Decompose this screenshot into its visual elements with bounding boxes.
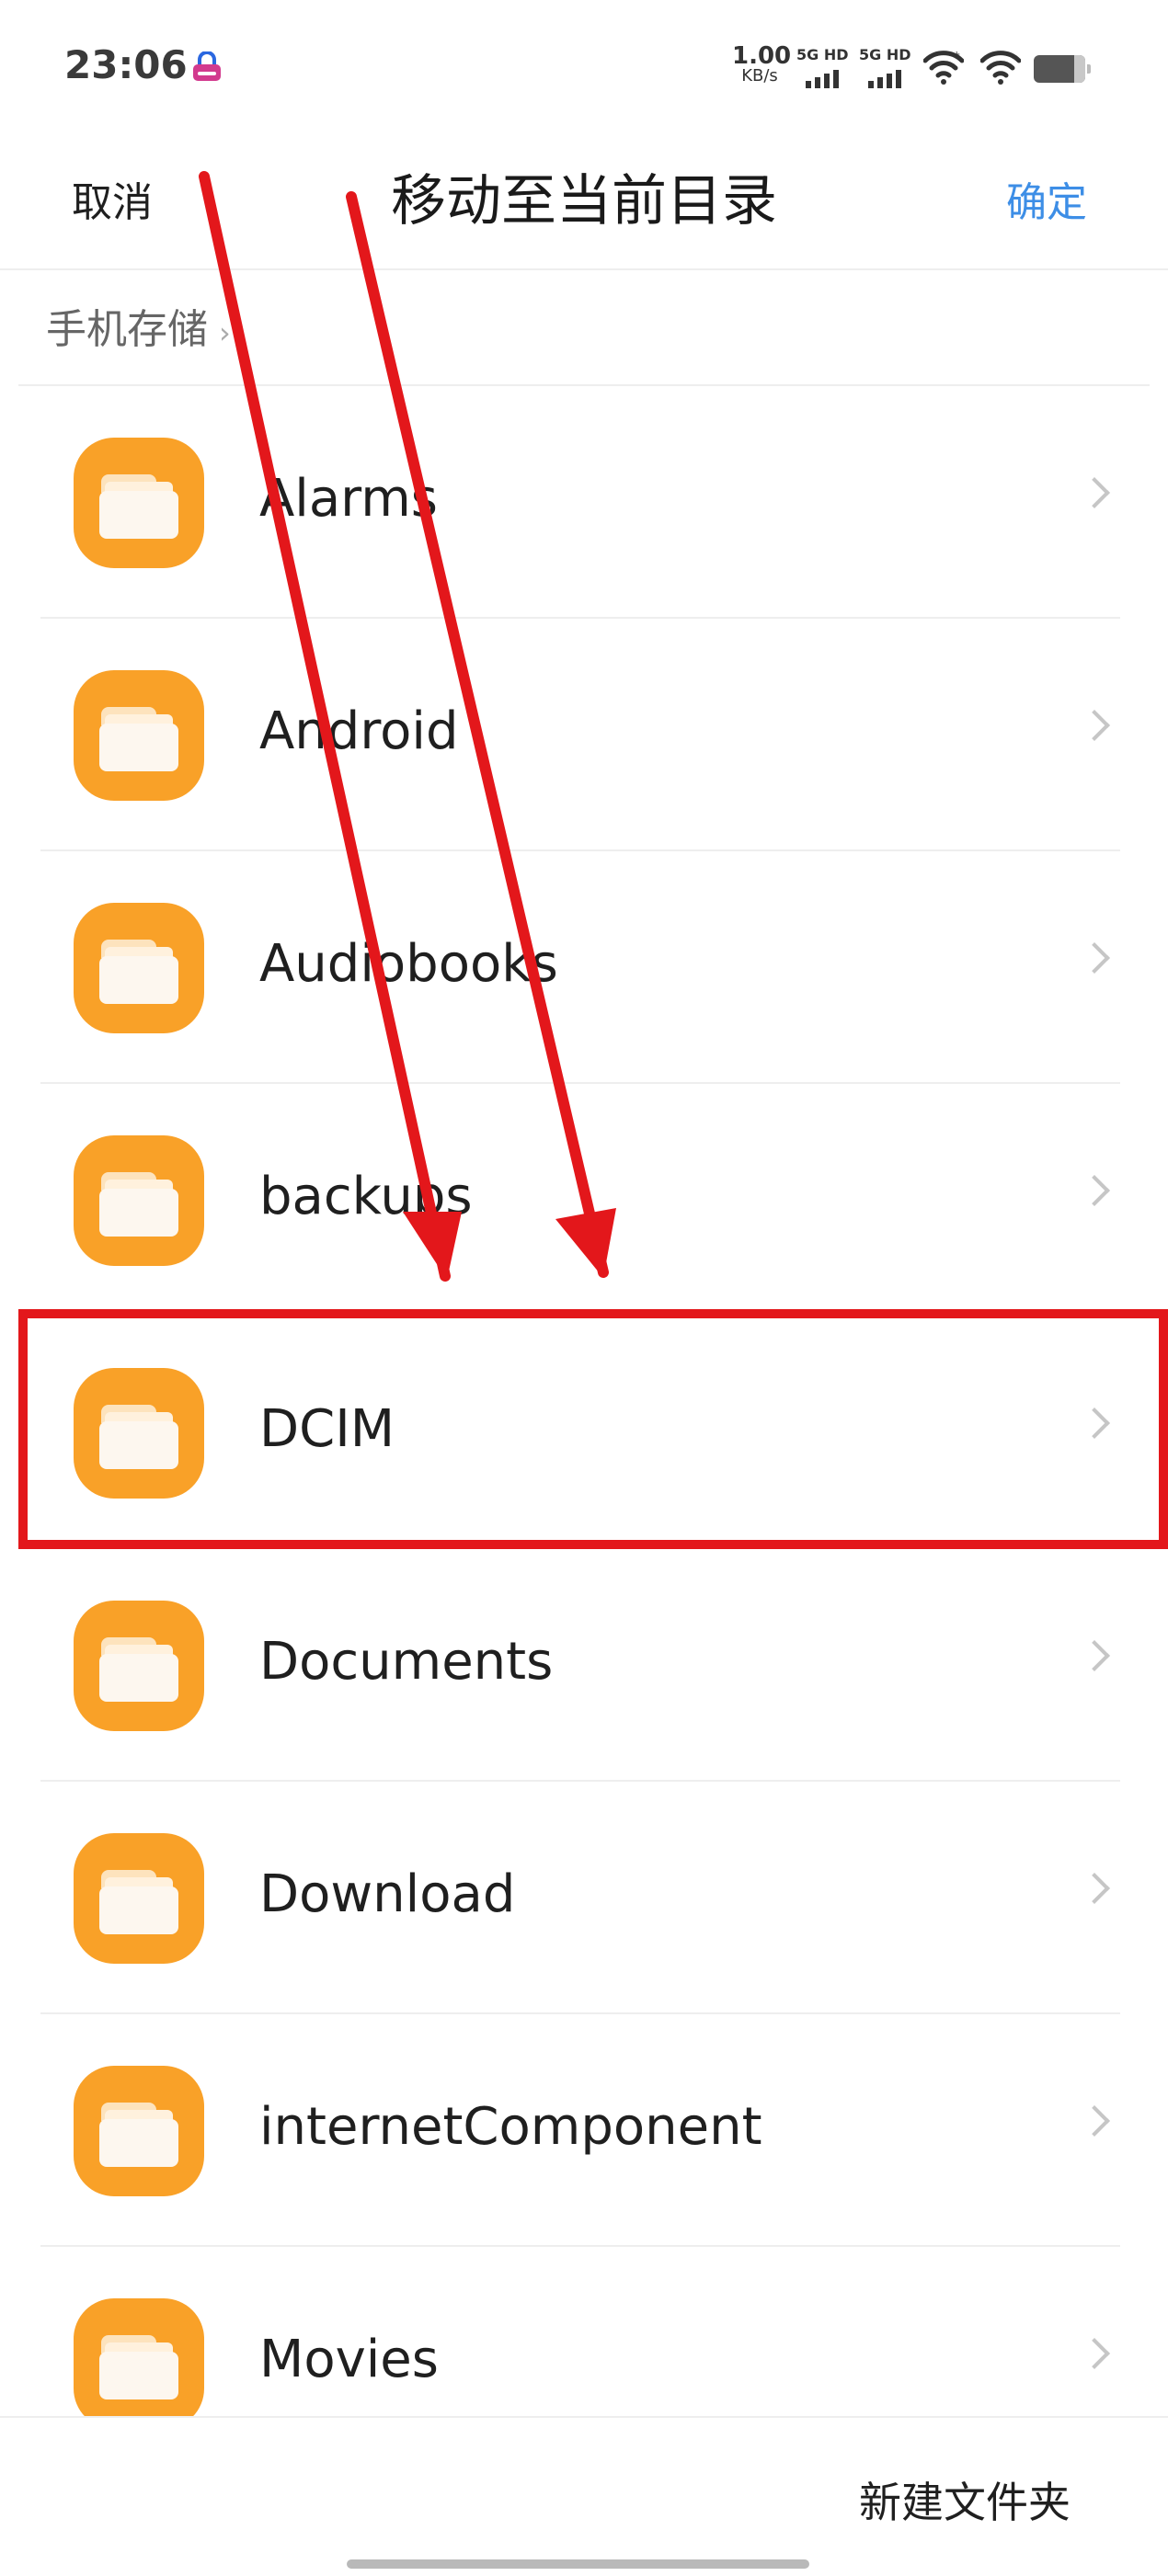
- chevron-right-icon: [1079, 1408, 1110, 1439]
- folder-name: internetComponent: [259, 2097, 762, 2157]
- signal-icon: 5G HD: [796, 46, 849, 88]
- status-bar: 23:06 1.00 KB/s 5G HD 5G HD +: [0, 0, 1168, 138]
- home-indicator[interactable]: [347, 2559, 809, 2569]
- wifi-icon: [980, 51, 1021, 85]
- confirm-button[interactable]: 确定: [1006, 169, 1087, 228]
- app-notification-icon: [193, 51, 221, 81]
- folder-row[interactable]: backups: [0, 1084, 1168, 1316]
- wifi-icon: +: [923, 50, 964, 85]
- breadcrumb-root[interactable]: 手机存储: [46, 306, 208, 353]
- chevron-right-icon: ›: [219, 315, 231, 350]
- folder-row[interactable]: Android: [0, 619, 1168, 851]
- folder-icon: [74, 2298, 204, 2429]
- folder-name: Audiobooks: [259, 934, 558, 994]
- chevron-right-icon: [1079, 2338, 1110, 2369]
- svg-text:+: +: [953, 50, 960, 60]
- signal-icon: 5G HD: [859, 46, 911, 88]
- dialog-header: 取消 移动至当前目录 确定: [0, 138, 1168, 267]
- new-folder-button[interactable]: 新建文件夹: [859, 2469, 1071, 2530]
- folder-icon: [74, 438, 204, 568]
- chevron-right-icon: [1079, 477, 1110, 508]
- folder-list: Alarms Android Audiobooks backups DCIM Docume…: [0, 386, 1168, 2479]
- folder-row[interactable]: Audiobooks: [0, 851, 1168, 1084]
- folder-row[interactable]: Documents: [0, 1549, 1168, 1782]
- folder-name: DCIM: [259, 1399, 395, 1459]
- battery-icon: [1034, 55, 1091, 83]
- folder-icon: [74, 903, 204, 1033]
- network-speed-value: 1.00: [732, 42, 792, 70]
- folder-name: Alarms: [259, 469, 438, 529]
- folder-row[interactable]: internetComponent: [0, 2014, 1168, 2247]
- folder-name: backups: [259, 1167, 473, 1226]
- folder-row[interactable]: Download: [0, 1782, 1168, 2014]
- folder-row[interactable]: DCIM: [0, 1316, 1168, 1549]
- folder-icon: [74, 1601, 204, 1731]
- chevron-right-icon: [1079, 710, 1110, 741]
- breadcrumb[interactable]: 手机存储 ›: [46, 296, 231, 355]
- chevron-right-icon: [1079, 942, 1110, 974]
- folder-icon: [74, 1833, 204, 1964]
- folder-icon: [74, 1368, 204, 1499]
- folder-row[interactable]: Alarms: [0, 386, 1168, 619]
- sim2-label: 5G HD: [859, 46, 911, 63]
- chevron-right-icon: [1079, 1873, 1110, 1904]
- folder-icon: [74, 2066, 204, 2196]
- network-speed: 1.00 KB/s: [732, 42, 792, 86]
- chevron-right-icon: [1079, 1640, 1110, 1671]
- folder-name: Movies: [259, 2330, 439, 2389]
- divider: [0, 268, 1168, 270]
- folder-name: Android: [259, 701, 459, 761]
- folder-name: Documents: [259, 1632, 554, 1692]
- folder-name: Download: [259, 1864, 516, 1924]
- status-time: 23:06: [64, 42, 188, 87]
- chevron-right-icon: [1079, 2105, 1110, 2137]
- page-title: 移动至当前目录: [391, 169, 777, 234]
- folder-icon: [74, 1135, 204, 1266]
- chevron-right-icon: [1079, 1175, 1110, 1206]
- folder-icon: [74, 670, 204, 801]
- sim1-label: 5G HD: [796, 46, 849, 63]
- bottom-bar: 新建文件夹: [0, 2416, 1168, 2576]
